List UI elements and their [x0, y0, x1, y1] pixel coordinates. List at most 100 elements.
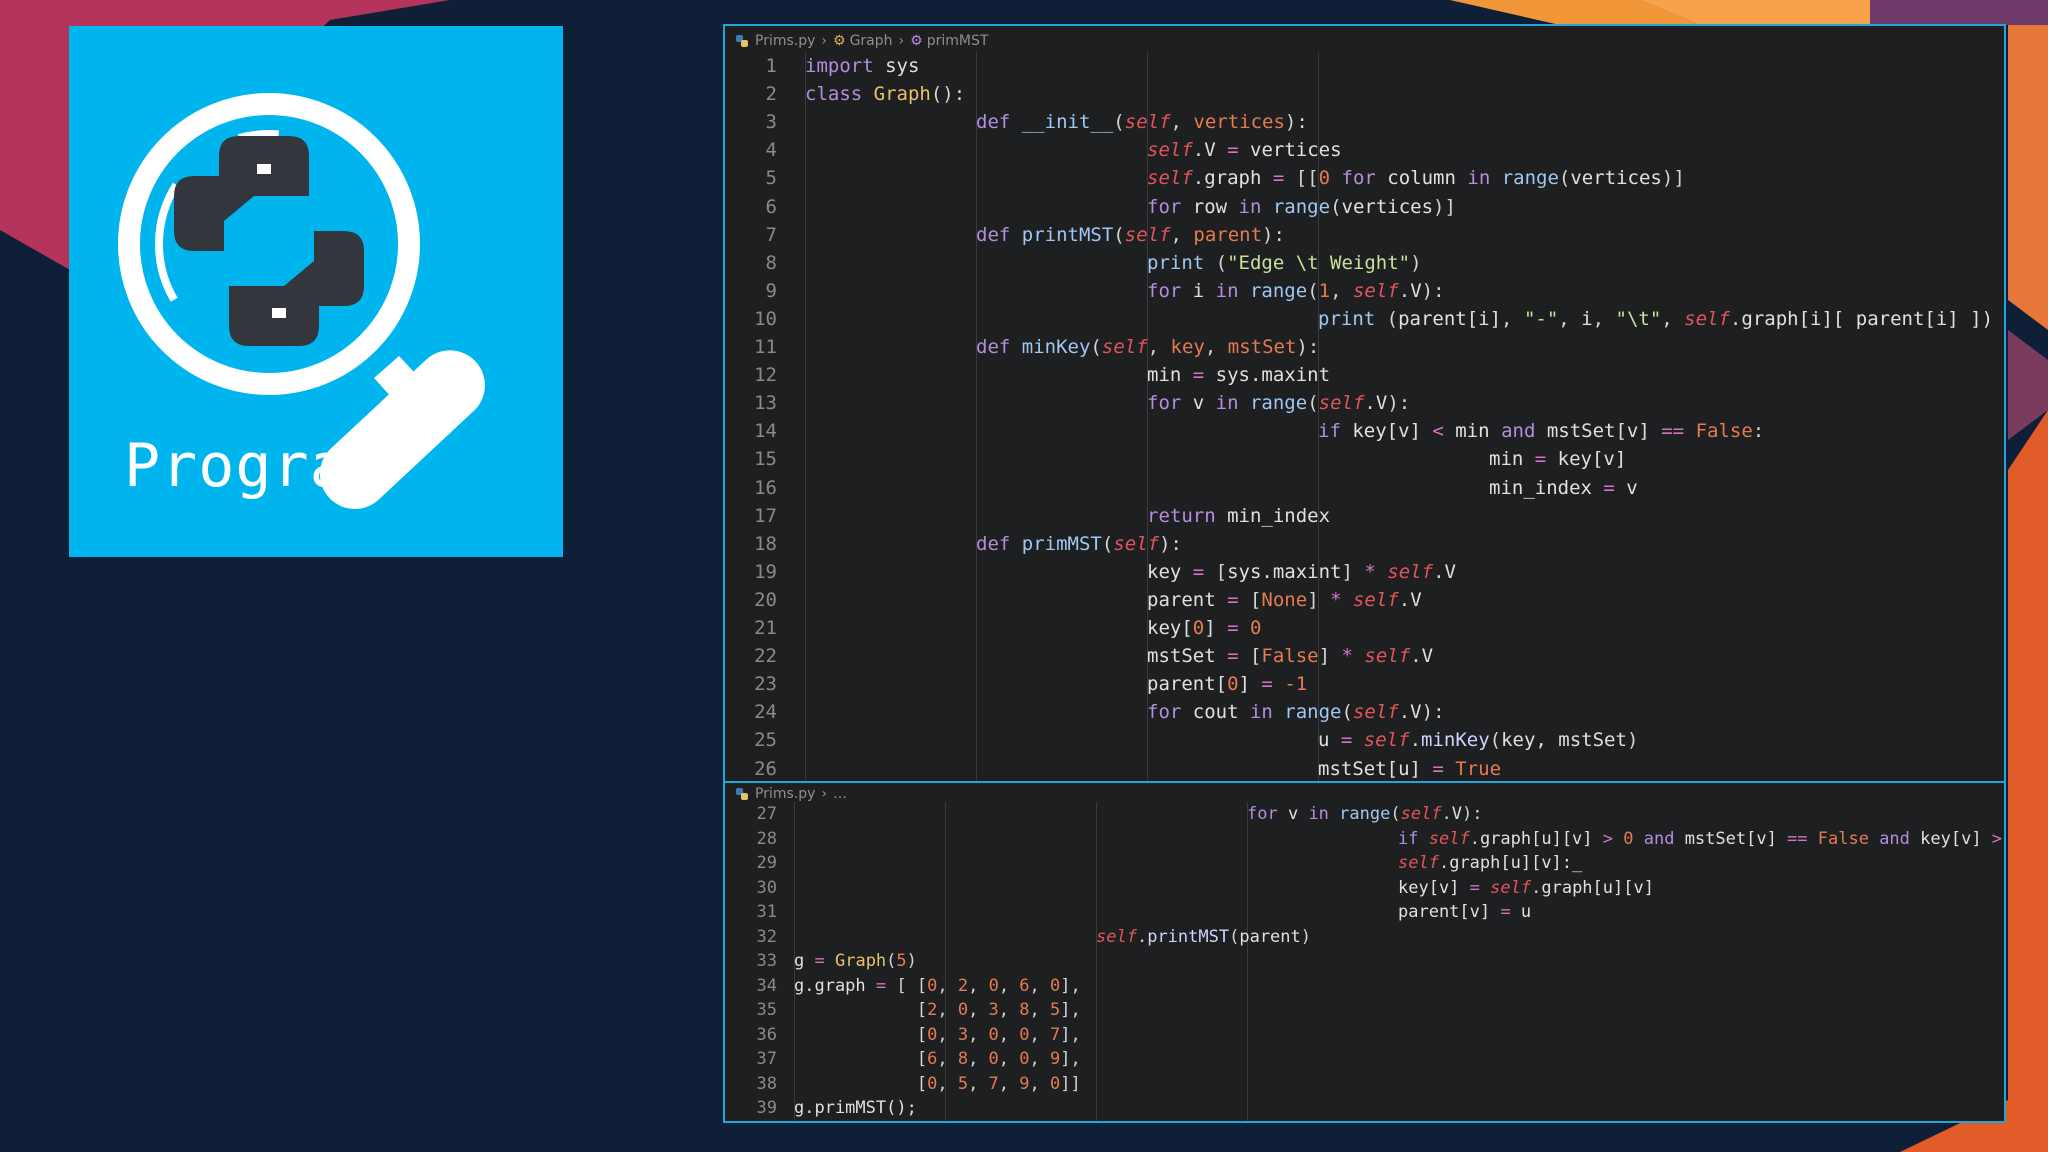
code-line[interactable]: 16 min_index = v — [725, 474, 2004, 502]
code-token: V — [1451, 804, 1463, 824]
editor-pane-top[interactable]: Prims.py › ⚙ Graph › ⚙ primMST 1 import s… — [723, 24, 2006, 783]
code-line[interactable]: 17 return min_index — [725, 502, 2004, 530]
code-text: [0, 3, 0, 0, 7], — [794, 1023, 1081, 1048]
code-token: . — [1364, 392, 1376, 415]
code-token: : — [1752, 420, 1765, 443]
code-line[interactable]: 38 [0, 5, 7, 9, 0]] — [725, 1072, 2004, 1097]
code-token: > — [1602, 828, 1614, 849]
code-token: 5 — [1050, 1000, 1061, 1020]
code-line[interactable]: 13 for v in range(self.V): — [725, 389, 2004, 417]
code-token: vertices — [1238, 139, 1342, 162]
code-line[interactable]: 37 [6, 8, 0, 0, 9], — [725, 1047, 2004, 1072]
code-token: ] — [1318, 645, 1342, 668]
code-line[interactable]: 26 mstSet[u] = True — [725, 755, 2004, 782]
code-token: ): — [1421, 279, 1445, 302]
code-line[interactable]: 2 class Graph(): — [725, 80, 2004, 108]
code-line[interactable]: 12 min = sys.maxint — [725, 361, 2004, 389]
code-line[interactable]: 27 for v in range(self.V): — [725, 802, 2004, 827]
editor-pane-bottom[interactable]: Prims.py › … 27 for v in range(self.V): 28… — [723, 781, 2006, 1123]
code-token: . — [1441, 804, 1452, 824]
breadcrumb-file[interactable]: Prims.py — [755, 786, 815, 802]
code-token: ( — [1341, 701, 1353, 724]
code-line[interactable]: 31 parent[v] = u — [725, 900, 2004, 925]
code-line[interactable]: 33 g = Graph(5) — [725, 949, 2004, 974]
breadcrumb-class[interactable]: Graph — [850, 33, 893, 49]
code-token: None — [1261, 588, 1308, 611]
code-token: , — [998, 975, 1020, 996]
line-number: 32 — [756, 926, 777, 947]
code-token: = — [1227, 645, 1239, 668]
code-line[interactable]: 10 print (parent[i], "-", i, "\t", self.g… — [725, 305, 2004, 333]
code-line[interactable]: 24 for cout in range(self.V): — [725, 698, 2004, 726]
code-line[interactable]: 8 print ("Edge \t Weight") — [725, 249, 2004, 277]
code-token: = — [1227, 588, 1239, 611]
line-number: 2 — [765, 83, 777, 106]
code-line[interactable]: 1 import sys — [725, 52, 2004, 80]
code-token: vertices — [1341, 195, 1434, 218]
code-line[interactable]: 7 def printMST(self, parent): — [725, 221, 2004, 249]
code-line[interactable]: 4 self.V = vertices — [725, 136, 2004, 164]
code-line[interactable]: 36 [0, 3, 0, 0, 7], — [725, 1023, 2004, 1048]
code-text: [6, 8, 0, 0, 9], — [794, 1047, 1081, 1072]
line-number: 30 — [756, 877, 777, 898]
code-line[interactable]: 18 def primMST(self): — [725, 530, 2004, 558]
code-line[interactable]: 3 def __init__(self, vertices): — [725, 108, 2004, 136]
code-token: key — [1170, 336, 1205, 358]
code-token: i — [1581, 307, 1593, 330]
line-number: 24 — [754, 701, 777, 724]
code-token: ( — [1113, 111, 1125, 134]
code-line[interactable]: 39 g.primMST(); — [725, 1096, 2004, 1121]
code-token: , — [998, 1024, 1020, 1045]
code-token: , — [968, 975, 989, 996]
code-token: , — [937, 1049, 958, 1069]
python-file-icon — [736, 35, 748, 47]
code-line[interactable]: 34 g.graph = [ [0, 2, 0, 6, 0], — [725, 974, 2004, 999]
code-token: self — [1352, 588, 1399, 611]
program-card: Program — [69, 26, 563, 557]
code-line[interactable]: 19 key = [sys.maxint] * self.V — [725, 558, 2004, 586]
code-text: self.printMST(parent) — [1096, 925, 1311, 950]
code-line[interactable]: 21 key[0] = 0 — [725, 614, 2004, 642]
code-token: 0 — [1050, 975, 1061, 996]
code-token: 0 — [1227, 673, 1239, 696]
code-token: and — [1868, 828, 1910, 849]
code-token: def — [976, 532, 1011, 555]
code-token: Graph — [873, 83, 931, 106]
code-line[interactable]: 15 min = key[v] — [725, 445, 2004, 473]
code-line[interactable]: 28 if self.graph[u][v] > 0 and mstSet[v] … — [725, 827, 2004, 852]
code-token: vertices — [1570, 167, 1662, 190]
code-token: = — [1500, 902, 1511, 922]
code-token: self — [1352, 279, 1399, 302]
code-token: print — [1147, 251, 1205, 274]
code-line[interactable]: 14 if key[v] < min and mstSet[v] == False… — [725, 417, 2004, 445]
code-token: . — [1410, 645, 1422, 668]
code-line[interactable]: 20 parent = [None] * self.V — [725, 586, 2004, 614]
code-line[interactable]: 35 [2, 0, 3, 8, 5], — [725, 998, 2004, 1023]
code-text: mstSet = [False] * self.V — [1147, 642, 1433, 670]
code-line[interactable]: 11 def minKey(self, key, mstSet): — [725, 333, 2004, 361]
code-line[interactable]: 29 self.graph[u][v]:_ — [725, 851, 2004, 876]
code-token: column — [1375, 167, 1468, 190]
code-token: = — [1534, 448, 1547, 471]
code-token: return — [1147, 504, 1216, 527]
code-line[interactable]: 9 for i in range(1, self.V): — [725, 277, 2004, 305]
code-token: self — [1101, 336, 1148, 358]
code-line[interactable]: 22 mstSet = [False] * self.V — [725, 642, 2004, 670]
code-token: ], — [1060, 1024, 1081, 1045]
breadcrumb-file[interactable]: Prims.py — [755, 33, 815, 49]
code-line[interactable]: 25 u = self.minKey(key, mstSet) — [725, 726, 2004, 754]
code-token: V — [1375, 392, 1388, 415]
breadcrumb-method[interactable]: primMST — [927, 33, 989, 49]
code-line[interactable]: 32 self.printMST(parent) — [725, 925, 2004, 950]
code-line[interactable]: 5 self.graph = [[0 for column in range(ve… — [725, 164, 2004, 192]
code-line[interactable]: 23 parent[0] = -1 — [725, 670, 2004, 698]
code-token: . — [1729, 307, 1742, 330]
code-line[interactable]: 30 key[v] = self.graph[u][v] — [725, 876, 2004, 901]
code-line[interactable]: 6 for row in range(vertices)] — [725, 193, 2004, 221]
code-token: ( — [1330, 195, 1342, 218]
line-number: 12 — [754, 364, 777, 387]
code-token: * — [1330, 588, 1342, 611]
